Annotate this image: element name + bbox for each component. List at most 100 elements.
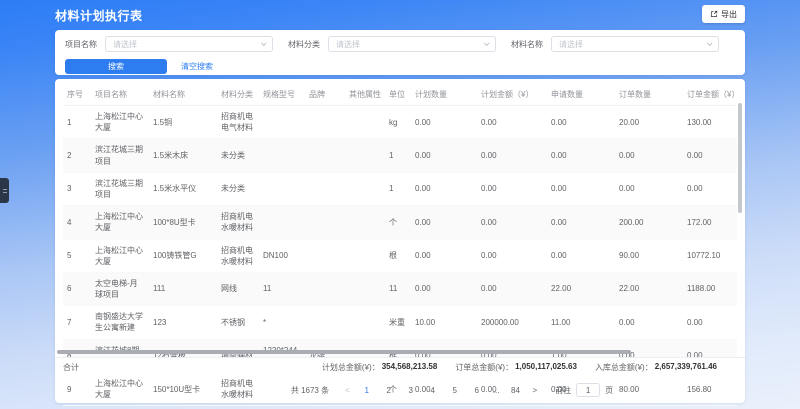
table-row: 5上海松江中心大厦100铸铁管G招商机电 水暖材料DN100根0.000.000… [63, 239, 737, 272]
table-cell: 0.00 [477, 172, 547, 205]
table-cell: 未分类 [217, 139, 259, 172]
table-cell: 0.00 [683, 139, 737, 172]
table-cell: 11.00 [547, 306, 615, 339]
table-cell: 0.00 [411, 206, 477, 239]
pagination-bar: 共 1673 条 < 123456...84 > 前往 页 [55, 377, 745, 403]
table-cell: 0.00 [547, 106, 615, 139]
table-cell: 1 [385, 172, 411, 205]
summary-item: 入库总金额(¥)：2,657,339,761.46 [595, 362, 717, 373]
table-cell: 滨江花城三期项目 [91, 172, 149, 205]
goto-page-input[interactable] [576, 383, 600, 397]
table-cell [305, 139, 345, 172]
column-header: 序号 [63, 84, 91, 106]
table-cell: 7 [63, 306, 91, 339]
table-cell: 130.00 [683, 106, 737, 139]
page-button[interactable]: 6 [471, 386, 483, 395]
page-button[interactable]: 3 [405, 386, 417, 395]
table-header-row: 序号项目名称材料名称材料分类规格型号品牌其他属性单位计划数量计划金额（¥）申请数… [63, 84, 737, 106]
page-button[interactable]: 5 [449, 386, 461, 395]
table-cell: 1.5铜 [149, 106, 217, 139]
summary-item-label: 计划总金额(¥)： [322, 362, 380, 373]
select-placeholder: 请选择 [336, 39, 360, 50]
table-cell: 22.00 [547, 272, 615, 305]
column-header: 申请数量 [547, 84, 615, 106]
column-header: 品牌 [305, 84, 345, 106]
table-cell [345, 139, 385, 172]
material-category-select[interactable]: 请选择 [328, 36, 496, 52]
prev-page-button[interactable]: < [345, 386, 350, 395]
next-page-button[interactable]: > [532, 386, 537, 395]
summary-item-label: 订单总金额(¥)： [455, 362, 513, 373]
table-cell: 11 [385, 272, 411, 305]
horizontal-scrollbar[interactable] [57, 350, 631, 354]
sidebar-collapse-handle[interactable] [0, 178, 9, 203]
page-button[interactable]: 4 [427, 386, 439, 395]
table-cell: 1.5米木床 [149, 139, 217, 172]
page-title: 材料计划执行表 [55, 7, 143, 24]
more-pages-button[interactable]: ... [493, 386, 500, 395]
column-header: 单位 [385, 84, 411, 106]
filter-field: 材料名称请选择 [511, 36, 719, 52]
table-cell [345, 106, 385, 139]
table-cell [345, 306, 385, 339]
table-cell: 20.00 [615, 106, 683, 139]
column-header: 其他属性 [345, 84, 385, 106]
table-cell: 0.00 [411, 239, 477, 272]
table-cell: 个 [385, 206, 411, 239]
vertical-scrollbar[interactable] [738, 103, 742, 213]
table-cell: 1188.00 [683, 272, 737, 305]
goto-label: 前往 [555, 385, 571, 396]
export-button[interactable]: 导出 [702, 5, 745, 23]
filter-field-label: 材料名称 [511, 39, 543, 50]
filter-field-label: 材料分类 [288, 39, 320, 50]
project-name-select[interactable]: 请选择 [105, 36, 273, 52]
filter-fields: 项目名称请选择材料分类请选择材料名称请选择 [65, 36, 735, 52]
table-cell [345, 272, 385, 305]
summary-item-value: 2,657,339,761.46 [655, 362, 717, 373]
table-cell: 0.00 [477, 106, 547, 139]
table-cell: 滨江花城三期项目 [91, 139, 149, 172]
page-button[interactable]: 2 [383, 386, 395, 395]
table-cell [345, 206, 385, 239]
table-cell: 网线 [217, 272, 259, 305]
table-row: 1上海松江中心大厦1.5铜招商机电 电气材料kg0.000.000.0020.0… [63, 106, 737, 139]
page-number-list: 1 2 3 4 5 6... 84 [356, 386, 527, 395]
table-cell: 0.00 [411, 172, 477, 205]
table-cell: 5 [63, 239, 91, 272]
page-button[interactable]: 1 [361, 386, 373, 395]
table-cell: 招商机电 电气材料 [217, 106, 259, 139]
pagination-total: 共 1673 条 [291, 385, 329, 396]
table-cell: 根 [385, 239, 411, 272]
table-cell: 未分类 [217, 172, 259, 205]
column-header: 材料分类 [217, 84, 259, 106]
table-row: 7南钢盛达大学生公寓新建123不锈钢*米重10.00200000.0011.00… [63, 306, 737, 339]
material-name-select[interactable]: 请选择 [551, 36, 719, 52]
table-cell: 11 [259, 272, 305, 305]
summary-item: 订单总金额(¥)：1,050,117,025.63 [455, 362, 577, 373]
filter-field: 材料分类 请选择 [288, 36, 496, 52]
table-cell [259, 139, 305, 172]
table-cell [259, 206, 305, 239]
table-cell: 111 [149, 272, 217, 305]
page-button[interactable]: 84 [509, 386, 521, 395]
table-cell [259, 172, 305, 205]
column-header: 材料名称 [149, 84, 217, 106]
search-button[interactable]: 搜索 [65, 59, 167, 74]
table-cell: 22.00 [615, 272, 683, 305]
table-cell: 3 [63, 172, 91, 205]
table-cell: 0.00 [477, 239, 547, 272]
table-cell: 0.00 [411, 106, 477, 139]
table-cell: 0.00 [477, 139, 547, 172]
table-cell: 上海松江中心大厦 [91, 239, 149, 272]
table-cell: DN100 [259, 239, 305, 272]
table-cell: 0.00 [477, 206, 547, 239]
table-cell: 1 [385, 139, 411, 172]
table-cell: 4 [63, 206, 91, 239]
table-cell: 0.00 [547, 139, 615, 172]
table-cell: 0.00 [411, 139, 477, 172]
filter-field-label: 项目名称 [65, 39, 97, 50]
table-cell: 上海松江中心大厦 [91, 206, 149, 239]
table-cell [305, 306, 345, 339]
table-cell: 招商机电 水暖材料 [217, 206, 259, 239]
clear-search-link[interactable]: 清空搜索 [181, 61, 213, 72]
